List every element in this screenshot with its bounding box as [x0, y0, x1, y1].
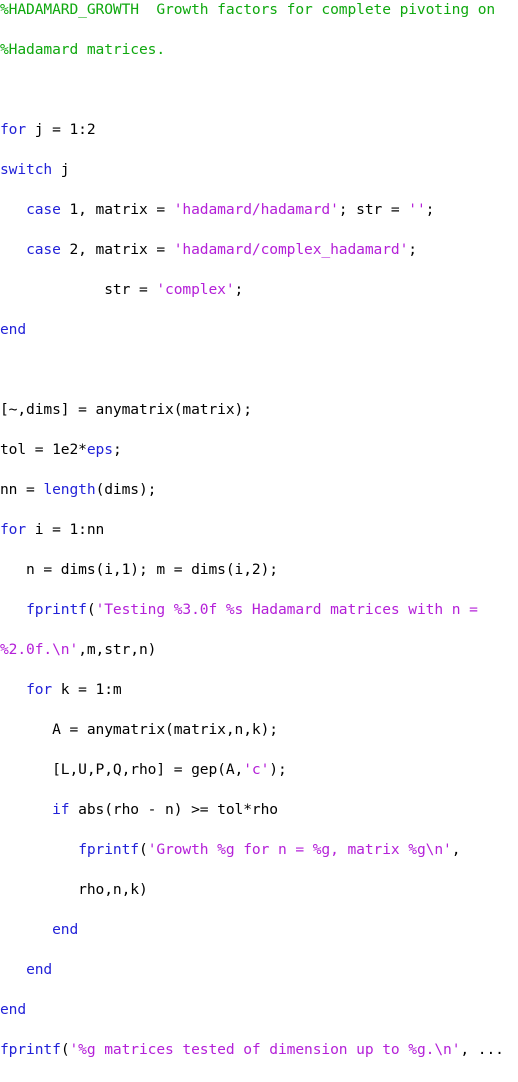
code-token-plain: (dims);	[95, 481, 157, 498]
code-token-plain: (	[139, 841, 148, 858]
code-line: switch j	[0, 160, 518, 180]
code-line: A = anymatrix(matrix,n,k);	[0, 720, 518, 740]
code-token-plain: n = dims(i,1); m = dims(i,2);	[0, 561, 278, 578]
code-line: %HADAMARD_GROWTH Growth factors for comp…	[0, 0, 518, 20]
code-token-keyword: if	[52, 801, 70, 818]
code-token-plain: (	[86, 601, 96, 618]
code-token-builtin: eps	[86, 441, 113, 458]
code-token-keyword: end	[0, 1001, 27, 1018]
code-token-plain: i = 1:nn	[26, 521, 105, 538]
code-token-plain: 2, matrix =	[60, 241, 174, 258]
code-token-plain: j	[52, 161, 70, 178]
code-token-comment: %Hadamard matrices.	[0, 41, 166, 58]
code-line: end	[0, 1000, 518, 1020]
code-token-plain: [~,dims] = anymatrix(matrix);	[0, 401, 252, 418]
code-token-plain: str =	[0, 281, 157, 298]
code-line: case 1, matrix = 'hadamard/hadamard'; st…	[0, 200, 518, 220]
code-token-plain: 1, matrix =	[60, 201, 174, 218]
code-token-plain: (dims(:,2)), dims(	[87, 1081, 243, 1082]
code-token-string: %2.0f.\n'	[0, 641, 79, 658]
code-token-keyword: end	[26, 961, 53, 978]
code-line: end	[0, 920, 518, 940]
code-line: fprintf('%g matrices tested of dimension…	[0, 1040, 518, 1060]
code-line: fprintf('Growth %g for n = %g, matrix %g…	[0, 840, 518, 860]
code-token-plain: rho,n,k)	[0, 881, 148, 898]
code-token-builtin: length	[43, 481, 96, 498]
code-token-keyword: end	[0, 321, 27, 338]
code-token-keyword: for	[0, 121, 27, 138]
code-token-builtin: fprintf	[78, 841, 139, 858]
code-token-plain: nn =	[0, 481, 44, 498]
code-token-builtin: sum	[61, 1081, 87, 1082]
code-token-string: ''	[408, 201, 426, 218]
code-token-string: 'complex'	[156, 281, 235, 298]
code-token-keyword: for	[26, 681, 53, 698]
code-token-plain: , ...	[460, 1041, 504, 1058]
code-token-keyword: switch	[0, 161, 53, 178]
code-line: end	[0, 960, 518, 980]
code-token-builtin: fprintf	[0, 1041, 61, 1058]
code-token-plain: ;	[425, 201, 435, 218]
code-line: n = dims(i,1); m = dims(i,2);	[0, 560, 518, 580]
code-token-builtin: fprintf	[26, 601, 87, 618]
code-token-plain: );	[269, 761, 287, 778]
code-line: %2.0f.\n',m,str,n)	[0, 640, 518, 660]
code-token-keyword: end	[52, 921, 79, 938]
code-token-plain: (	[60, 1041, 70, 1058]
code-token-keyword: end	[243, 1081, 269, 1082]
code-line: nn = length(dims);	[0, 480, 518, 500]
code-token-plain: ,	[451, 841, 461, 858]
code-line: rho,n,k)	[0, 880, 518, 900]
code-token-plain: ;	[234, 281, 244, 298]
code-line: for i = 1:nn	[0, 520, 518, 540]
code-token-plain: ; str =	[338, 201, 409, 218]
code-token-keyword: case	[26, 241, 61, 258]
code-token-string: 'hadamard/hadamard'	[173, 201, 339, 218]
code-token-plain: [L,U,P,Q,rho] = gep(A,	[0, 761, 244, 778]
code-listing[interactable]: %HADAMARD_GROWTH Growth factors for comp…	[0, 0, 518, 1082]
code-line: end	[0, 320, 518, 340]
code-token-keyword: for	[0, 521, 27, 538]
code-line: tol = 1e2*eps;	[0, 440, 518, 460]
code-line: %Hadamard matrices.	[0, 40, 518, 60]
code-line: for j = 1:2	[0, 120, 518, 140]
code-token-plain: tol = 1e2*	[0, 441, 87, 458]
code-token-plain: A = anymatrix(matrix,n,k);	[0, 721, 278, 738]
code-line: for k = 1:m	[0, 680, 518, 700]
code-line: sum(dims(:,2)), dims(end,1))	[0, 1080, 518, 1082]
code-token-plain: j = 1:2	[26, 121, 96, 138]
code-token-string: 'Testing %3.0f %s Hadamard matrices with…	[95, 601, 478, 618]
code-token-plain: ,1))	[269, 1081, 304, 1082]
code-line: [~,dims] = anymatrix(matrix);	[0, 400, 518, 420]
code-line: [L,U,P,Q,rho] = gep(A,'c');	[0, 760, 518, 780]
code-token-plain: k = 1:m	[52, 681, 122, 698]
code-token-string: 'c'	[243, 761, 270, 778]
code-token-string: 'hadamard/complex_hadamard'	[173, 241, 409, 258]
code-line: fprintf('Testing %3.0f %s Hadamard matri…	[0, 600, 518, 620]
code-line: if abs(rho - n) >= tol*rho	[0, 800, 518, 820]
code-line: str = 'complex';	[0, 280, 518, 300]
code-token-plain: abs(rho - n) >= tol*rho	[69, 801, 278, 818]
code-token-plain: ,m,str,n)	[78, 641, 157, 658]
code-line: case 2, matrix = 'hadamard/complex_hadam…	[0, 240, 518, 260]
code-token-keyword: case	[26, 201, 61, 218]
code-token-string: '%g matrices tested of dimension up to %…	[69, 1041, 461, 1058]
code-token-string: 'Growth %g for n = %g, matrix %g\n'	[147, 841, 452, 858]
code-token-plain: ;	[408, 241, 417, 258]
code-token-plain: ;	[112, 441, 122, 458]
code-token-comment: %HADAMARD_GROWTH Growth factors for comp…	[0, 1, 496, 18]
